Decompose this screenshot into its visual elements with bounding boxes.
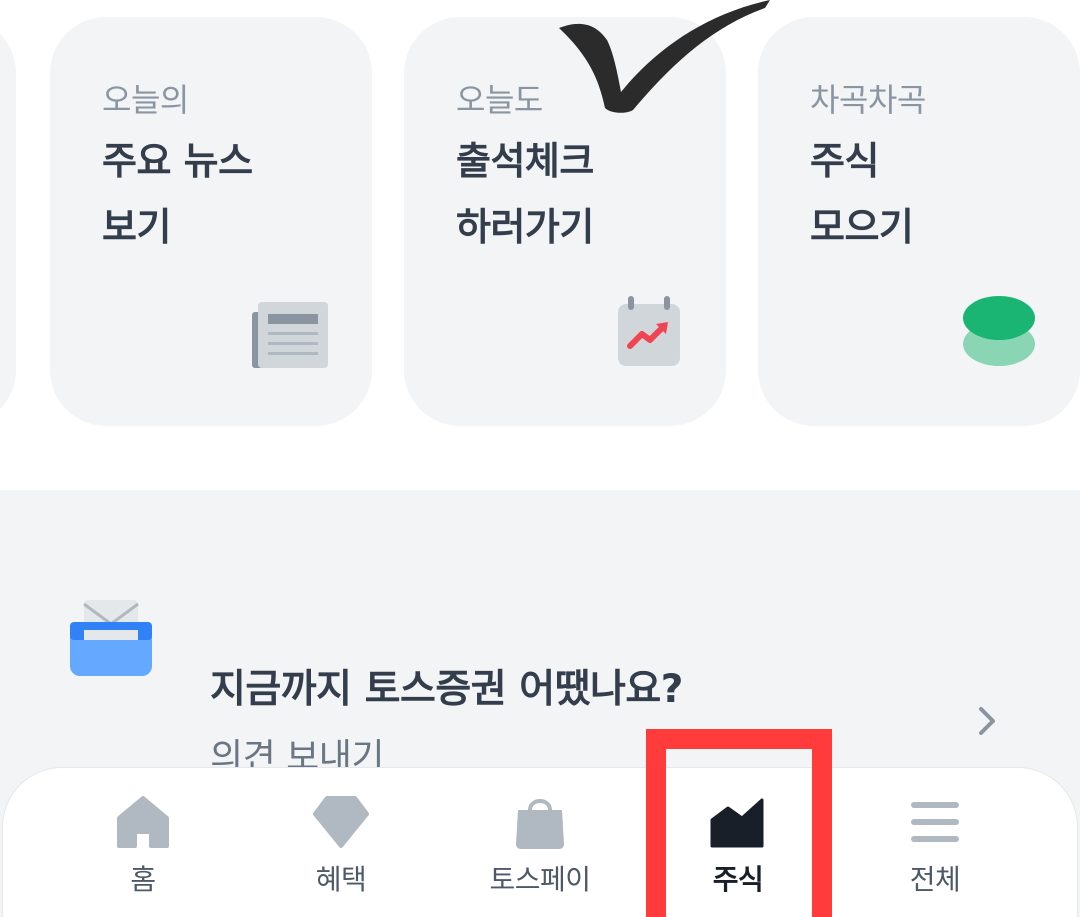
card-previous-partial[interactable]: [0, 17, 16, 426]
screen: 오늘의 주요 뉴스 보기 오늘도 출석체크 하러가기 차곡차곡 주식 모으기 지…: [0, 0, 1080, 917]
shortcut-cards: 오늘의 주요 뉴스 보기 오늘도 출석체크 하러가기 차곡차곡 주식 모으기: [0, 0, 1080, 490]
tab-benefits[interactable]: 혜택: [271, 788, 411, 898]
bottom-tab-bar: 홈 혜택 토스페이 주식 전체: [2, 767, 1078, 917]
card-title-line2: 하러가기: [456, 205, 594, 249]
card-title-line1: 주식: [810, 139, 879, 183]
feedback-row[interactable]: 지금까지 토스증권 어땠나요? 의견 보내기: [0, 570, 1080, 778]
card-title-line1: 주요 뉴스: [102, 139, 253, 183]
home-icon: [113, 792, 173, 852]
shopping-bag-icon: [510, 792, 570, 852]
menu-icon: [905, 792, 965, 852]
card-subtitle: 오늘의: [102, 81, 189, 119]
tab-label: 전체: [909, 863, 961, 896]
tab-home[interactable]: 홈: [73, 788, 213, 898]
chevron-right-icon: [975, 705, 999, 741]
card-news[interactable]: 오늘의 주요 뉴스 보기: [50, 17, 372, 426]
card-title-line2: 보기: [102, 205, 171, 249]
feedback-title: 지금까지 토스증권 어땠나요?: [210, 667, 683, 712]
highlight-box: [646, 729, 832, 917]
gem-icon: [311, 792, 371, 852]
card-subtitle: 오늘도: [456, 81, 543, 119]
card-subtitle: 차곡차곡: [810, 81, 926, 119]
card-title-line2: 모으기: [810, 205, 914, 249]
card-title-line1: 출석체크: [456, 139, 594, 183]
calendar-chart-icon: [616, 296, 682, 372]
tab-label: 토스페이: [489, 863, 591, 896]
coin-stack-icon: [962, 296, 1036, 372]
card-stock-saving[interactable]: 차곡차곡 주식 모으기: [758, 17, 1080, 426]
tab-label: 혜택: [315, 863, 367, 896]
newspaper-icon: [252, 302, 328, 372]
tab-label: 홈: [130, 863, 156, 896]
tab-all[interactable]: 전체: [865, 788, 1005, 898]
tab-tosspay[interactable]: 토스페이: [470, 788, 610, 898]
mailbox-icon: [70, 600, 152, 680]
checkmark-annotation-icon: [555, 0, 775, 119]
